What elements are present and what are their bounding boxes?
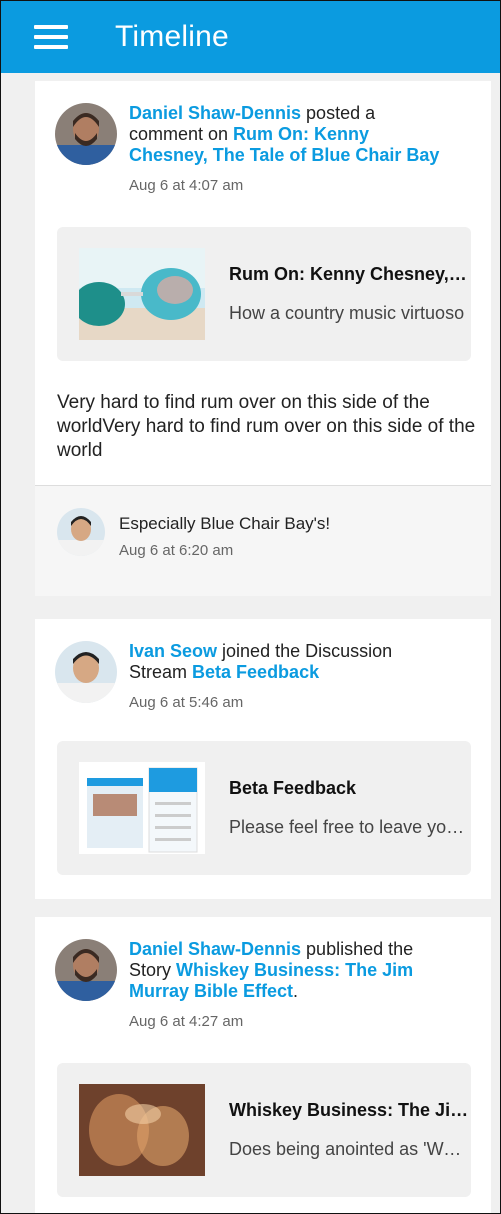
preview-description: Please feel free to leave your feedback: [229, 817, 469, 837]
preview-text: Rum On: Kenny Chesney, The Tale of Blue …: [229, 264, 469, 324]
preview-title: Rum On: Kenny Chesney, The Tale of Blue …: [229, 264, 469, 284]
post-summary: Daniel Shaw-Dennis published the Story W…: [129, 939, 449, 1032]
preview-thumbnail: [79, 762, 205, 854]
avatar[interactable]: [55, 939, 117, 1001]
preview-text: Beta Feedback Please feel free to leave …: [229, 778, 469, 838]
reply-item: Especially Blue Chair Bay's! Aug 6 at 6:…: [35, 485, 491, 596]
post-suffix: .: [293, 981, 299, 1001]
timeline-card: Daniel Shaw-Dennis published the Story W…: [35, 917, 491, 1213]
post-summary: Ivan Seow joined the Discussion Stream B…: [129, 641, 449, 713]
preview-description: How a country music virtuoso: [229, 303, 465, 323]
post-header: Daniel Shaw-Dennis published the Story W…: [55, 939, 449, 1032]
preview-thumbnail: [79, 248, 205, 340]
timeline-card: Daniel Shaw-Dennis posted a comment on R…: [35, 81, 491, 596]
avatar[interactable]: [57, 508, 105, 556]
preview-description: Does being anointed as 'World: [229, 1139, 469, 1159]
author-link[interactable]: Daniel Shaw-Dennis: [129, 103, 301, 123]
preview-thumbnail: [79, 1084, 205, 1176]
avatar[interactable]: [55, 641, 117, 703]
link-preview[interactable]: Whiskey Business: The Jim Murray Bible E…: [57, 1063, 471, 1197]
post-timestamp: Aug 6 at 4:07 am: [129, 177, 244, 194]
link-preview[interactable]: Rum On: Kenny Chesney, The Tale of Blue …: [57, 227, 471, 361]
author-link[interactable]: Ivan Seow: [129, 641, 217, 661]
post-summary: Daniel Shaw-Dennis posted a comment on R…: [129, 103, 449, 196]
link-preview[interactable]: Beta Feedback Please feel free to leave …: [57, 741, 471, 875]
app-bar: Timeline: [1, 1, 500, 73]
post-timestamp: Aug 6 at 4:27 am: [129, 1013, 244, 1030]
post-header: Ivan Seow joined the Discussion Stream B…: [55, 641, 449, 713]
page-title: Timeline: [115, 20, 229, 53]
timeline-card: Ivan Seow joined the Discussion Stream B…: [35, 619, 491, 899]
reply-timestamp: Aug 6 at 6:20 am: [119, 542, 234, 559]
preview-title: Whiskey Business: The Jim Murray Bible E…: [229, 1100, 469, 1120]
target-link[interactable]: Beta Feedback: [192, 662, 319, 682]
preview-title: Beta Feedback: [229, 778, 357, 798]
preview-text: Whiskey Business: The Jim Murray Bible E…: [229, 1100, 469, 1160]
reply-content: Especially Blue Chair Bay's! Aug 6 at 6:…: [119, 508, 330, 596]
author-link[interactable]: Daniel Shaw-Dennis: [129, 939, 301, 959]
post-header: Daniel Shaw-Dennis posted a comment on R…: [55, 103, 449, 196]
app-frame: Timeline Daniel Shaw-Dennis posted a com…: [0, 0, 501, 1214]
comment-text: Very hard to find rum over on this side …: [57, 392, 476, 461]
post-timestamp: Aug 6 at 5:46 am: [129, 694, 244, 711]
scroll-edge: [491, 73, 500, 1213]
avatar[interactable]: [55, 103, 117, 165]
reply-message: Especially Blue Chair Bay's!: [119, 514, 331, 533]
menu-icon[interactable]: [34, 25, 68, 49]
